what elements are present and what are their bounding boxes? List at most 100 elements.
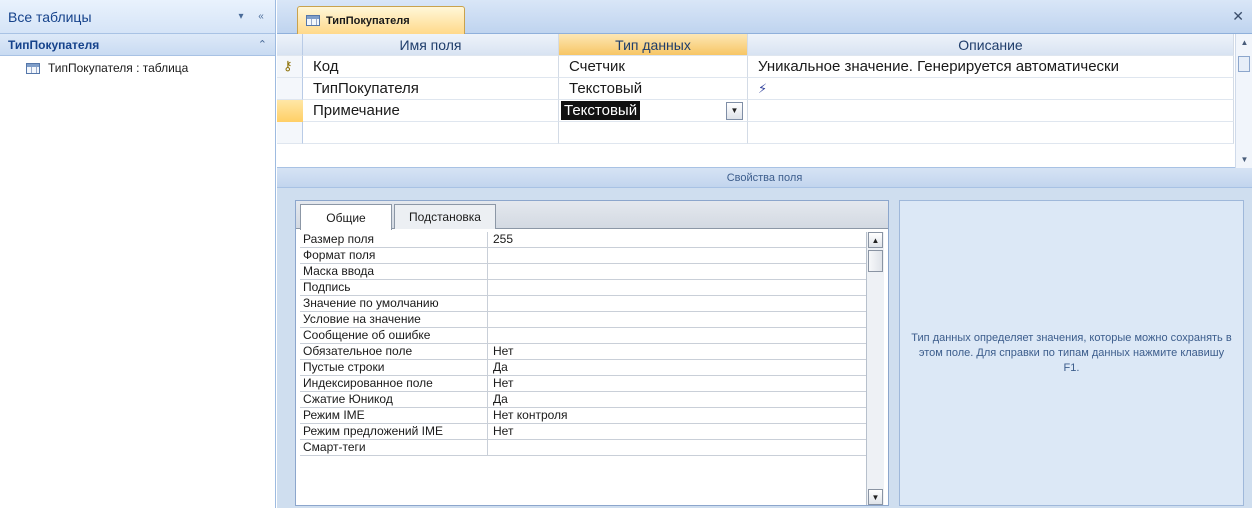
property-row[interactable]: Смарт-теги	[300, 440, 866, 456]
property-label: Пустые строки	[300, 360, 488, 375]
property-label: Индексированное поле	[300, 376, 488, 391]
scroll-up-icon[interactable]: ▲	[1236, 34, 1252, 51]
scroll-thumb[interactable]	[1238, 56, 1250, 72]
property-value[interactable]	[488, 440, 866, 455]
property-value[interactable]	[488, 328, 866, 343]
dropdown-arrow-icon[interactable]: ▼	[726, 101, 743, 120]
property-value[interactable]: Да	[488, 392, 866, 407]
property-value[interactable]	[488, 248, 866, 263]
properties-scrollbar[interactable]: ▲ ▼	[866, 232, 884, 505]
nav-pane-header[interactable]: Все таблицы ▾ «	[0, 0, 275, 34]
scroll-down-icon[interactable]: ▼	[868, 489, 883, 505]
select-all-cell[interactable]	[277, 34, 303, 56]
data-type-cell[interactable]: Счетчик	[559, 56, 748, 78]
property-label: Маска ввода	[300, 264, 488, 279]
property-row[interactable]: Сжатие Юникод Да	[300, 392, 866, 408]
design-grid: Имя поля Тип данных Описание ⚷ Код Счетч…	[277, 34, 1252, 168]
row-selector-current[interactable]	[277, 100, 303, 122]
data-type-cell[interactable]	[559, 122, 748, 144]
property-row[interactable]: Сообщение об ошибке	[300, 328, 866, 344]
data-type-select[interactable]: Текстовый ▼	[561, 101, 743, 121]
tab-label: ТипПокупателя	[326, 14, 410, 27]
table-icon	[306, 15, 320, 26]
property-value[interactable]: Нет	[488, 344, 866, 359]
data-type-cell[interactable]: Текстовый ▼	[559, 100, 748, 122]
nav-pane-title[interactable]: Все таблицы	[8, 9, 229, 25]
description-cell[interactable]: Уникальное значение. Генерируется автома…	[748, 56, 1234, 78]
close-icon[interactable]: ✕	[1232, 8, 1244, 25]
help-text: Тип данных определяет значения, которые …	[911, 331, 1232, 374]
property-row[interactable]: Маска ввода	[300, 264, 866, 280]
table-icon	[26, 62, 40, 74]
tab-lookup[interactable]: Подстановка	[394, 204, 496, 229]
help-panel: Тип данных определяет значения, которые …	[899, 200, 1244, 506]
property-row[interactable]: Размер поля 255	[300, 232, 866, 248]
property-label: Подпись	[300, 280, 488, 295]
property-label: Условие на значение	[300, 312, 488, 327]
shutter-bar-close-icon[interactable]: «	[253, 9, 269, 25]
builder-icon[interactable]: ⚡	[758, 81, 767, 97]
row-selector[interactable]	[277, 122, 303, 144]
nav-group-header[interactable]: ТипПокупателя ⌃	[0, 34, 275, 56]
grid-scrollbar[interactable]: ▲ ▼	[1235, 34, 1252, 168]
field-name-cell[interactable]: Код	[303, 56, 559, 78]
description-cell[interactable]: ⚡	[748, 78, 1234, 100]
chevron-up-icon[interactable]: ⌃	[258, 38, 267, 51]
column-header-description[interactable]: Описание	[748, 34, 1234, 56]
property-label: Значение по умолчанию	[300, 296, 488, 311]
property-label: Обязательное поле	[300, 344, 488, 359]
column-header-data-type[interactable]: Тип данных	[559, 34, 748, 56]
property-row[interactable]: Пустые строки Да	[300, 360, 866, 376]
grid-header-row: Имя поля Тип данных Описание	[277, 34, 1234, 56]
property-row[interactable]: Режим предложений IME Нет	[300, 424, 866, 440]
table-row: ТипПокупателя Текстовый ⚡	[277, 78, 1234, 100]
property-value[interactable]: Нет	[488, 424, 866, 439]
field-name-cell[interactable]	[303, 122, 559, 144]
property-value[interactable]: Нет контроля	[488, 408, 866, 423]
tab-general[interactable]: Общие	[300, 204, 392, 230]
row-selector[interactable]: ⚷	[277, 56, 303, 78]
property-row[interactable]: Формат поля	[300, 248, 866, 264]
primary-key-icon: ⚷	[283, 58, 293, 73]
field-name-cell[interactable]: Примечание	[303, 100, 559, 122]
property-value[interactable]	[488, 312, 866, 327]
property-label: Сжатие Юникод	[300, 392, 488, 407]
table-row-empty	[277, 122, 1234, 144]
property-row[interactable]: Индексированное поле Нет	[300, 376, 866, 392]
property-value[interactable]: 255	[488, 232, 866, 247]
property-value[interactable]	[488, 280, 866, 295]
scroll-up-icon[interactable]: ▲	[868, 232, 883, 248]
scroll-down-icon[interactable]: ▼	[1236, 151, 1252, 168]
property-row[interactable]: Условие на значение	[300, 312, 866, 328]
chevron-down-icon[interactable]: ▾	[233, 9, 249, 25]
property-label: Сообщение об ошибке	[300, 328, 488, 343]
description-cell[interactable]	[748, 122, 1234, 144]
property-value[interactable]: Нет	[488, 376, 866, 391]
property-value[interactable]	[488, 264, 866, 279]
property-row[interactable]: Режим IME Нет контроля	[300, 408, 866, 424]
document-tab-bar: ТипПокупателя ✕	[277, 0, 1252, 34]
property-row[interactable]: Значение по умолчанию	[300, 296, 866, 312]
data-type-cell[interactable]: Текстовый	[559, 78, 748, 100]
field-name-cell[interactable]: ТипПокупателя	[303, 78, 559, 100]
property-value[interactable]	[488, 296, 866, 311]
navigation-pane: Все таблицы ▾ « ТипПокупателя ⌃ ТипПокуп…	[0, 0, 276, 508]
tab-document[interactable]: ТипПокупателя	[297, 6, 465, 34]
property-value[interactable]: Да	[488, 360, 866, 375]
nav-item-table[interactable]: ТипПокупателя : таблица	[0, 56, 275, 80]
property-label: Формат поля	[300, 248, 488, 263]
row-selector[interactable]	[277, 78, 303, 100]
field-properties-area: Общие Подстановка Размер поля 255 Формат п…	[277, 188, 1252, 508]
scroll-thumb[interactable]	[868, 250, 883, 272]
property-row[interactable]: Обязательное поле Нет	[300, 344, 866, 360]
property-row[interactable]: Подпись	[300, 280, 866, 296]
description-cell[interactable]	[748, 100, 1234, 122]
nav-item-label: ТипПокупателя : таблица	[48, 61, 189, 75]
property-label: Размер поля	[300, 232, 488, 247]
nav-group-label: ТипПокупателя	[8, 37, 100, 52]
property-label: Режим IME	[300, 408, 488, 423]
table-row: ⚷ Код Счетчик Уникальное значение. Генер…	[277, 56, 1234, 78]
data-type-select-value[interactable]: Текстовый	[561, 101, 641, 120]
column-header-field-name[interactable]: Имя поля	[303, 34, 559, 56]
properties-panel: Общие Подстановка Размер поля 255 Формат п…	[295, 200, 889, 506]
